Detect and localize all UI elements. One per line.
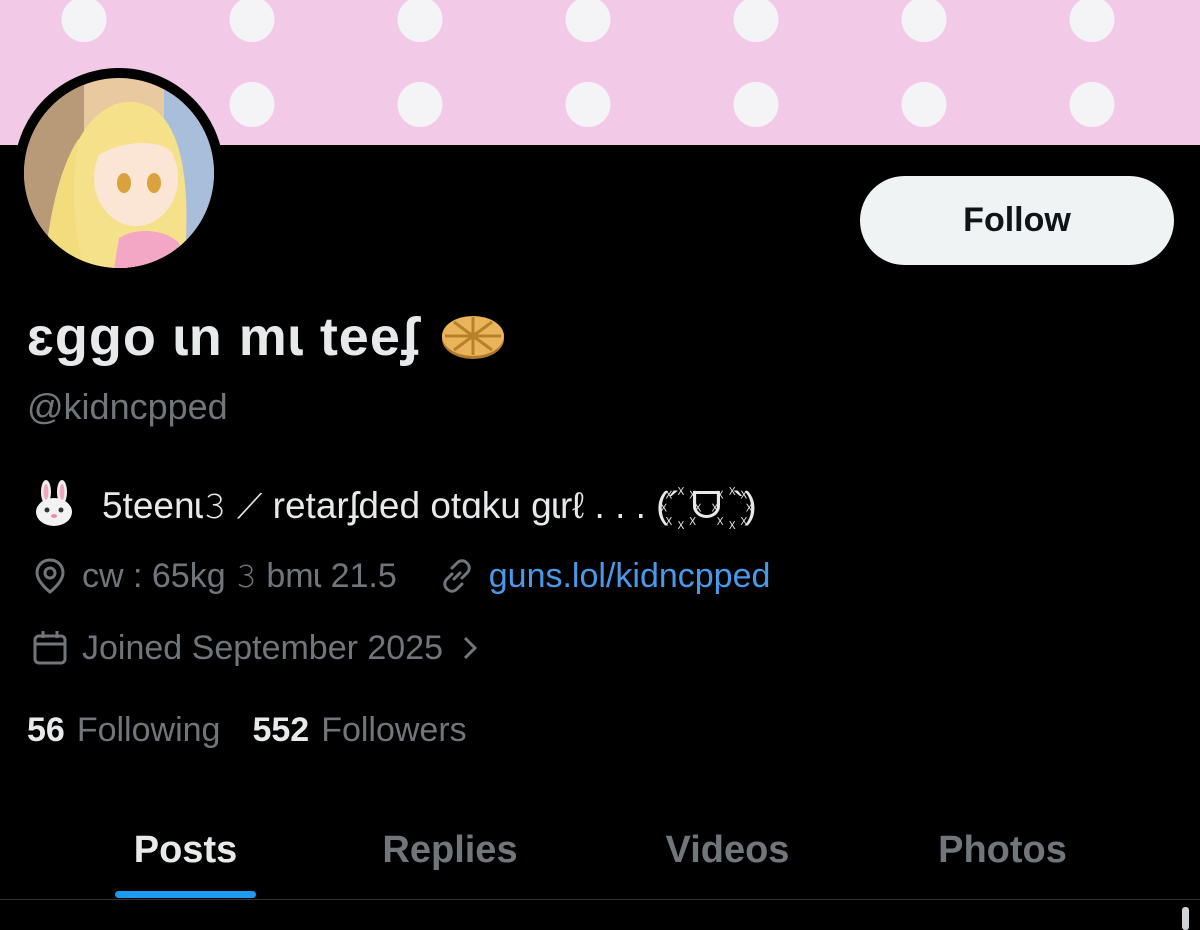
tab-replies[interactable]: Replies [350, 800, 550, 900]
link-icon [443, 559, 471, 593]
bio-text: 5teenɩ𝟹 ⟋ retarʄded otɑku gɩrℓ . . . (´꙰… [102, 485, 757, 526]
waffle-icon [441, 316, 504, 359]
chevron-right-icon [463, 636, 478, 660]
profile-handle: @kidncpped [27, 386, 228, 427]
avatar[interactable] [24, 78, 214, 268]
tabs-divider [0, 899, 1200, 900]
following-stat[interactable]: 56 Following [27, 711, 220, 750]
location-pin-icon [35, 558, 65, 594]
rabbit-face-icon [36, 479, 72, 526]
followers-count: 552 [252, 711, 310, 749]
profile-tabs: Posts Replies Videos Photos [0, 800, 1200, 900]
display-name: ɛggo ɩn mɩ teeʄ [27, 307, 420, 367]
scrollbar[interactable] [1182, 907, 1189, 930]
tab-photos[interactable]: Photos [905, 800, 1100, 900]
follow-stats: 56 Following 552 Followers [27, 711, 467, 750]
profile-bio: 5teenɩ𝟹 ⟋ retarʄded otɑku gɩrℓ . . . (´꙰… [30, 478, 757, 529]
tab-posts[interactable]: Posts [95, 800, 276, 900]
calendar-icon [33, 631, 67, 665]
profile-meta-location: cw : 65kg 𝟹 bmɩ 21.5 guns.lol/kidncpped [30, 556, 770, 596]
joined-text: Joined September 2025 [82, 628, 444, 667]
tab-videos[interactable]: Videos [630, 800, 825, 900]
following-count: 56 [27, 711, 65, 749]
follow-button[interactable]: Follow [860, 176, 1174, 265]
followers-stat[interactable]: 552 Followers [252, 711, 466, 750]
profile-meta-joined[interactable]: Joined September 2025 [30, 628, 485, 668]
active-tab-indicator [115, 891, 256, 898]
website-link[interactable]: guns.lol/kidncpped [489, 557, 771, 596]
followers-label: Followers [321, 711, 467, 749]
location-text: cw : 65kg 𝟹 bmɩ 21.5 [82, 556, 397, 595]
following-label: Following [76, 711, 221, 749]
display-name-row: ɛggo ɩn mɩ teeʄ [27, 305, 506, 369]
avatar-frame [14, 68, 224, 278]
